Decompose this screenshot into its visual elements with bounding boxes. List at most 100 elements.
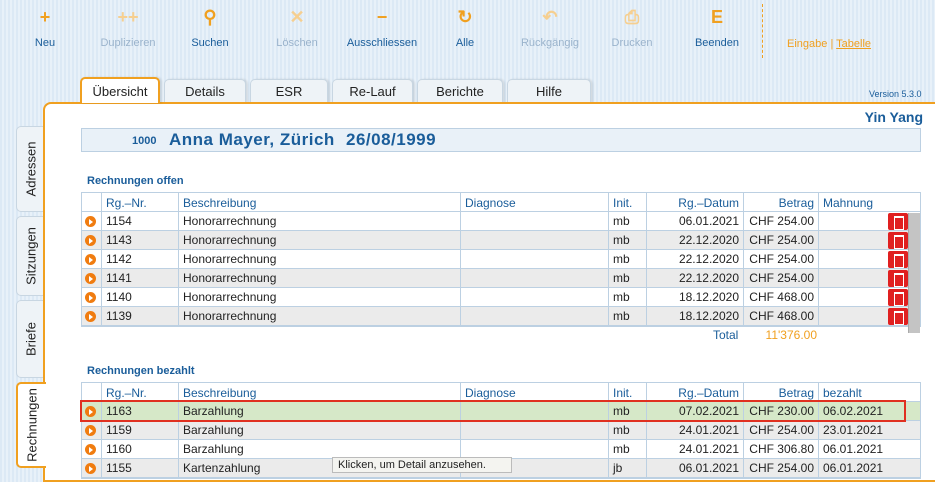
paid_invoices-header-6[interactable]: bezahlt bbox=[818, 383, 908, 402]
minus-icon: − bbox=[376, 7, 388, 27]
open_invoices-header-0[interactable]: Rg.–Nr. bbox=[101, 193, 178, 212]
side-tab-briefe[interactable]: Briefe bbox=[16, 300, 44, 378]
open_invoices-header-3[interactable]: Init. bbox=[608, 193, 646, 212]
cell-amount: CHF 254.00 bbox=[743, 459, 818, 478]
search-button[interactable]: ⚲ Suchen bbox=[165, 6, 255, 49]
table-row[interactable]: 1159 Barzahlung mb 24.01.2021 CHF 254.00 23.0… bbox=[82, 421, 920, 440]
delete-trash-icon[interactable] bbox=[888, 251, 908, 268]
search-label: Suchen bbox=[191, 37, 229, 49]
side-tab-sitzungen[interactable]: Sitzungen bbox=[16, 216, 44, 296]
cell-nr: 1160 bbox=[101, 440, 178, 459]
tab-0[interactable]: Übersicht bbox=[80, 77, 160, 103]
row-open-arrow-icon[interactable] bbox=[85, 425, 96, 436]
delete-label: Löschen bbox=[276, 37, 318, 49]
cell-init: mb bbox=[608, 288, 646, 307]
search-icon: ⚲ bbox=[203, 7, 217, 27]
cell-nr: 1142 bbox=[101, 250, 178, 269]
paid_invoices-header-4[interactable]: Rg.–Datum bbox=[646, 383, 743, 402]
side-tab-rechnungen[interactable]: Rechnungen bbox=[16, 382, 46, 468]
paid_invoices-header-2[interactable]: Diagnose bbox=[460, 383, 608, 402]
table-row[interactable]: 1142 Honorarrechnung mb 22.12.2020 CHF 254.0… bbox=[82, 250, 920, 269]
tab-3[interactable]: Re-Lauf bbox=[332, 79, 413, 103]
duplicate-button[interactable]: ++ Duplizieren bbox=[83, 6, 173, 49]
print-button[interactable]: ⎙ Drucken bbox=[587, 6, 677, 49]
open_invoices-header-2[interactable]: Diagnose bbox=[460, 193, 608, 212]
row-open-arrow-icon[interactable] bbox=[85, 292, 96, 303]
toolbar: + Neu ++ Duplizieren ⚲ Suchen ✕ Löschen − Ausschl… bbox=[0, 0, 935, 62]
row-open-arrow-icon[interactable] bbox=[85, 273, 96, 284]
tab-5[interactable]: Hilfe bbox=[507, 79, 591, 103]
delete-button[interactable]: ✕ Löschen bbox=[252, 6, 342, 49]
row-open-arrow-icon[interactable] bbox=[85, 235, 96, 246]
undo-icon: ↶ bbox=[542, 7, 558, 27]
open_invoices-scrollbar[interactable] bbox=[908, 213, 920, 333]
cell-amount: CHF 230.00 bbox=[743, 402, 818, 421]
all-button[interactable]: ↻ Alle bbox=[420, 6, 510, 49]
side-tab-adressen[interactable]: Adressen bbox=[16, 126, 44, 212]
all-label: Alle bbox=[455, 37, 475, 49]
cell-init: jb bbox=[608, 459, 646, 478]
open-invoices-title: Rechnungen offen bbox=[87, 175, 184, 187]
open_invoices-header-1[interactable]: Beschreibung bbox=[178, 193, 460, 212]
row-open-arrow-icon[interactable] bbox=[85, 216, 96, 227]
view-tabelle-link[interactable]: Tabelle bbox=[836, 38, 871, 50]
cell-init: mb bbox=[608, 231, 646, 250]
quit-button[interactable]: E Beenden bbox=[672, 6, 762, 49]
open_invoices-header-row: Rg.–Nr. Beschreibung Diagnose Init. Rg.–Datu… bbox=[82, 193, 920, 212]
cell-nr: 1143 bbox=[101, 231, 178, 250]
paid_invoices-header-5[interactable]: Betrag bbox=[743, 383, 818, 402]
row-open-arrow-icon[interactable] bbox=[85, 444, 96, 455]
close-icon: ✕ bbox=[289, 7, 305, 27]
delete-trash-icon[interactable] bbox=[888, 232, 908, 249]
table-row[interactable]: 1163 Barzahlung mb 07.02.2021 CHF 230.00 06.0… bbox=[82, 402, 920, 421]
paid_invoices-header-row: Rg.–Nr. Beschreibung Diagnose Init. Rg.–Datu… bbox=[82, 383, 920, 402]
print-icon: ⎙ bbox=[624, 7, 640, 27]
row-open-arrow-icon[interactable] bbox=[85, 463, 96, 474]
toolbar-separator bbox=[762, 4, 763, 58]
view-toggle: Eingabe | Tabelle bbox=[787, 38, 871, 50]
view-toggle-separator: | bbox=[830, 38, 834, 50]
side-tab-label: Rechnungen bbox=[24, 388, 40, 462]
open_invoices-header-6[interactable]: Mahnung bbox=[818, 193, 908, 212]
paid_invoices-header-0[interactable]: Rg.–Nr. bbox=[101, 383, 178, 402]
cell-extra: 06.02.2021 bbox=[818, 402, 908, 421]
delete-trash-icon[interactable] bbox=[888, 213, 908, 230]
row-open-arrow-icon[interactable] bbox=[85, 311, 96, 322]
cell-init: mb bbox=[608, 402, 646, 421]
row-open-arrow-icon[interactable] bbox=[85, 254, 96, 265]
cell-nr: 1154 bbox=[101, 212, 178, 231]
row-open-arrow-icon[interactable] bbox=[85, 406, 96, 417]
delete-trash-icon[interactable] bbox=[888, 308, 908, 325]
exclude-button[interactable]: − Ausschliessen bbox=[337, 6, 427, 49]
undo-button[interactable]: ↶ Rückgängig bbox=[505, 6, 595, 49]
cell-amount: CHF 254.00 bbox=[743, 212, 818, 231]
table-row[interactable]: 1140 Honorarrechnung mb 18.12.2020 CHF 468.0… bbox=[82, 288, 920, 307]
view-eingabe-link[interactable]: Eingabe bbox=[787, 38, 827, 50]
open_invoices-header-5[interactable]: Betrag bbox=[743, 193, 818, 212]
open_invoices-header-4[interactable]: Rg.–Datum bbox=[646, 193, 743, 212]
tab-1[interactable]: Details bbox=[164, 79, 246, 103]
side-tab-label: Sitzungen bbox=[23, 227, 38, 285]
tab-2[interactable]: ESR bbox=[250, 79, 328, 103]
tab-4[interactable]: Berichte bbox=[417, 79, 503, 103]
paid_invoices-header-3[interactable]: Init. bbox=[608, 383, 646, 402]
cell-init: mb bbox=[608, 269, 646, 288]
print-label: Drucken bbox=[611, 37, 653, 49]
cell-amount: CHF 468.00 bbox=[743, 288, 818, 307]
total-label: Total bbox=[713, 328, 739, 342]
table-row[interactable]: 1154 Honorarrechnung mb 06.01.2021 CHF 254.0… bbox=[82, 212, 920, 231]
new-button[interactable]: + Neu bbox=[0, 6, 90, 49]
delete-trash-icon[interactable] bbox=[888, 270, 908, 287]
cell-amount: CHF 306.80 bbox=[743, 440, 818, 459]
delete-trash-icon[interactable] bbox=[888, 289, 908, 306]
cell-diag bbox=[460, 307, 608, 326]
undo-label: Rückgängig bbox=[520, 37, 580, 49]
table-row[interactable]: 1141 Honorarrechnung mb 22.12.2020 CHF 254.0… bbox=[82, 269, 920, 288]
cell-init: mb bbox=[608, 440, 646, 459]
cell-desc: Honorarrechnung bbox=[178, 269, 460, 288]
cell-extra: 23.01.2021 bbox=[818, 421, 908, 440]
table-row[interactable]: 1143 Honorarrechnung mb 22.12.2020 CHF 254.0… bbox=[82, 231, 920, 250]
cell-desc: Barzahlung bbox=[178, 421, 460, 440]
table-row[interactable]: 1139 Honorarrechnung mb 18.12.2020 CHF 468.0… bbox=[82, 307, 920, 326]
paid_invoices-header-1[interactable]: Beschreibung bbox=[178, 383, 460, 402]
